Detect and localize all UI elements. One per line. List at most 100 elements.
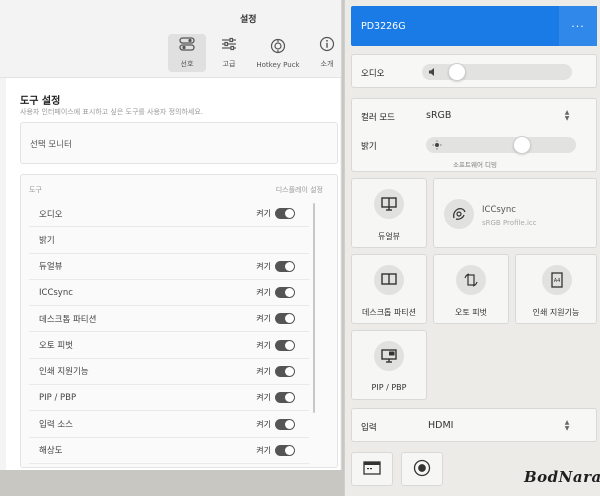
toggle-on-label: 켜기 bbox=[256, 314, 271, 324]
tool-row: 듀얼뷰 켜기 bbox=[29, 254, 309, 280]
tool-toggle-group: 켜기 bbox=[256, 365, 295, 377]
tool-toggle-switch[interactable] bbox=[275, 365, 295, 377]
toggle-on-label: 켜기 bbox=[256, 261, 271, 271]
tool-toggle-group: 켜기 bbox=[256, 339, 295, 351]
tool-name: 밝기 bbox=[39, 235, 55, 246]
tool-toggle-switch[interactable] bbox=[275, 444, 295, 456]
tool-toggle-group: 켜기 bbox=[256, 313, 295, 325]
tool-row: 해상도 켜기 bbox=[29, 438, 309, 464]
tool-toggle-switch[interactable] bbox=[275, 208, 295, 220]
tool-name: 데스크톱 파티션 bbox=[39, 314, 97, 325]
tab-label: 고급 bbox=[222, 60, 236, 68]
toggle-on-label: 켜기 bbox=[256, 419, 271, 429]
auto-pivot-icon bbox=[456, 265, 486, 295]
color-mode-label: 컬러 모드 bbox=[361, 113, 395, 123]
audio-label: 오디오 bbox=[361, 69, 385, 79]
tools-list: 오디오 켜기 밝기 듀얼뷰 켜기 ICCsync 켜기 데스크톱 파티션 켜기 오토 피벗 켜기 인쇄… bbox=[29, 201, 309, 464]
sliders-icon bbox=[220, 35, 238, 53]
input-value[interactable]: HDMI bbox=[428, 420, 453, 431]
tile-print-assist[interactable]: A4 인쇄 지원기능 bbox=[515, 254, 597, 324]
tool-toggle-switch[interactable] bbox=[275, 392, 295, 404]
hotkey-puck-button[interactable] bbox=[401, 452, 443, 486]
brightness-slider[interactable] bbox=[426, 136, 576, 154]
tools-header-tool: 도구 bbox=[29, 186, 42, 194]
info-icon bbox=[318, 35, 336, 53]
iccsync-name: ICCsync bbox=[482, 205, 516, 215]
tool-toggle-switch[interactable] bbox=[275, 287, 295, 299]
color-brightness-card: 컬러 모드 sRGB ▲ ▼ 밝기 소프트웨어 디밍 bbox=[351, 98, 597, 172]
tool-row: 입력 소스 켜기 bbox=[29, 411, 309, 438]
tool-toggle-switch[interactable] bbox=[275, 339, 295, 351]
tab-label: 선호 bbox=[180, 60, 194, 68]
puck-icon bbox=[269, 37, 287, 55]
tile-pip-pbp[interactable]: PIP / PBP bbox=[351, 330, 427, 400]
input-card: 입력 HDMI ▲ ▼ bbox=[351, 408, 597, 442]
tools-scrollbar[interactable] bbox=[313, 203, 315, 413]
tool-toggle-group: 켜기 bbox=[256, 260, 295, 272]
tool-toggle-group: 켜기 bbox=[256, 444, 295, 456]
tool-toggle-switch[interactable] bbox=[275, 313, 295, 325]
tab-hotkey-puck[interactable]: Hotkey Puck bbox=[252, 34, 304, 72]
color-mode-chevron-icon[interactable]: ▲ ▼ bbox=[562, 109, 572, 123]
audio-card: 오디오 bbox=[351, 54, 597, 88]
tile-auto-pivot[interactable]: 오토 피벗 bbox=[433, 254, 509, 324]
settings-content: 도구 설정 사용자 인터페이스에 표시하고 싶은 도구를 사용자 정의하세요. … bbox=[6, 78, 340, 470]
tool-row: 오디오 켜기 bbox=[29, 201, 309, 228]
puck-icon bbox=[413, 459, 431, 480]
monitor-select[interactable]: 선택 모니터 bbox=[20, 122, 338, 164]
tile-label: 인쇄 지원기능 bbox=[532, 308, 580, 317]
monitor-model: PD3226G bbox=[361, 21, 406, 32]
tool-row: 오토 피벗 켜기 bbox=[29, 332, 309, 359]
tool-name: 입력 소스 bbox=[39, 420, 73, 431]
settings-tabs: 선호 고급 Hotkey Puck 소개 bbox=[168, 34, 346, 72]
audio-slider-knob[interactable] bbox=[448, 63, 466, 81]
tile-label: PIP / PBP bbox=[371, 383, 407, 392]
tool-name: 오디오 bbox=[39, 209, 63, 220]
more-button[interactable]: ··· bbox=[559, 6, 597, 46]
input-chevron-icon[interactable]: ▲ ▼ bbox=[562, 419, 572, 433]
tool-name: PIP / PBP bbox=[39, 392, 77, 403]
dual-view-icon bbox=[374, 189, 404, 219]
tool-row: 밝기 bbox=[29, 227, 309, 254]
toggle-on-label: 켜기 bbox=[256, 288, 271, 298]
tool-toggle-switch[interactable] bbox=[275, 260, 295, 272]
tile-iccsync[interactable]: ICCsync sRGB Profile.icc bbox=[433, 178, 597, 248]
tab-label: 소개 bbox=[320, 60, 334, 68]
section-title: 도구 설정 bbox=[20, 96, 61, 107]
monitor-header: PD3226G ··· bbox=[351, 6, 597, 46]
pip-pbp-icon bbox=[374, 341, 404, 371]
color-mode-value[interactable]: sRGB bbox=[426, 110, 451, 121]
watermark-logo: BodNara bbox=[524, 468, 600, 486]
window-button[interactable] bbox=[351, 452, 393, 486]
tool-row: 인쇄 지원기능 켜기 bbox=[29, 359, 309, 386]
tile-dual-view[interactable]: 듀얼뷰 bbox=[351, 178, 427, 248]
settings-window: 설정 선호 고급 Hotkey Puck 소개 도구 설정 사용자 인터페이스에… bbox=[0, 0, 342, 470]
iccsync-icon bbox=[444, 199, 474, 229]
svg-text:A4: A4 bbox=[554, 278, 561, 284]
window-title: 설정 bbox=[240, 15, 257, 25]
audio-slider[interactable] bbox=[422, 63, 572, 81]
tab-advanced[interactable]: 고급 bbox=[210, 34, 248, 72]
settings-titlebar: 설정 선호 고급 Hotkey Puck 소개 bbox=[0, 0, 341, 78]
tool-row: 데스크톱 파티션 켜기 bbox=[29, 306, 309, 333]
input-label: 입력 bbox=[361, 423, 377, 433]
tab-about[interactable]: 소개 bbox=[308, 34, 346, 72]
tool-name: 오토 피벗 bbox=[39, 341, 73, 352]
tool-name: 해상도 bbox=[39, 446, 63, 457]
tool-toggle-group: 켜기 bbox=[256, 287, 295, 299]
tab-label: Hotkey Puck bbox=[256, 61, 300, 69]
toggle-on-label: 켜기 bbox=[256, 366, 271, 376]
tile-label: 데스크톱 파티션 bbox=[361, 308, 417, 317]
tab-preferences[interactable]: 선호 bbox=[168, 34, 206, 72]
print-assist-icon: A4 bbox=[542, 265, 572, 295]
tool-toggle-group: 켜기 bbox=[256, 418, 295, 430]
tools-table: 도구 디스플레이 설정 오디오 켜기 밝기 듀얼뷰 켜기 ICCsync 켜기 데스크톱 파티… bbox=[20, 174, 338, 468]
tool-toggle-group: 켜기 bbox=[256, 392, 295, 404]
tile-desktop-partition[interactable]: 데스크톱 파티션 bbox=[351, 254, 427, 324]
window-icon bbox=[363, 460, 381, 478]
tool-name: 듀얼뷰 bbox=[39, 262, 63, 273]
iccsync-profile: sRGB Profile.icc bbox=[482, 219, 537, 227]
brightness-slider-knob[interactable] bbox=[513, 136, 531, 154]
sun-icon bbox=[432, 140, 442, 153]
tool-toggle-switch[interactable] bbox=[275, 418, 295, 430]
